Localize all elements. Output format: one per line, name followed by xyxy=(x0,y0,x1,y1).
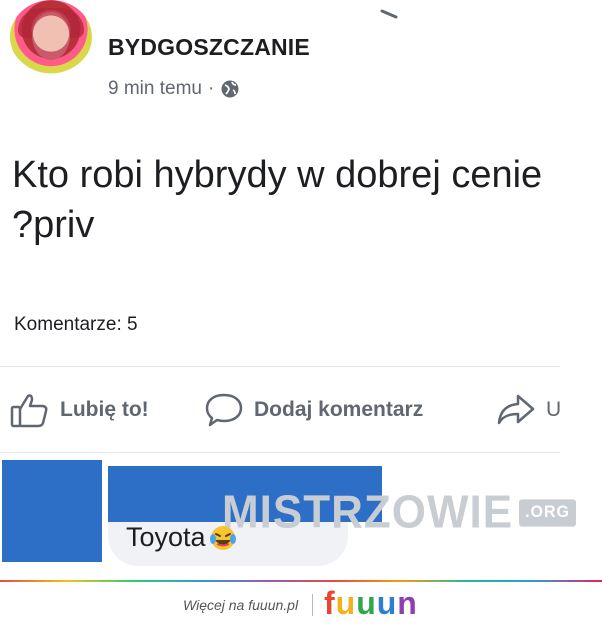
divider-bottom xyxy=(0,452,560,453)
comment-button[interactable]: Dodaj komentarz xyxy=(204,392,423,428)
divider-top xyxy=(0,366,560,367)
action-bar: Lubię to! Dodaj komentarz U xyxy=(0,370,602,450)
collapse-arrow-icon[interactable] xyxy=(380,8,398,20)
thumbs-up-icon xyxy=(10,394,48,428)
comment-body: Toyota xyxy=(126,522,238,553)
comment-text: Toyota xyxy=(126,522,206,552)
footer-link[interactable]: Więcej na fuuun.pl xyxy=(183,597,298,613)
like-label: Lubię to! xyxy=(60,398,149,421)
post-time[interactable]: 9 min temu xyxy=(108,78,202,100)
comment-label: Dodaj komentarz xyxy=(254,398,424,421)
watermark-suffix: .ORG xyxy=(519,499,576,527)
watermark: MISTRZOWIE .ORG xyxy=(222,487,576,540)
footer-separator xyxy=(312,594,313,616)
share-button[interactable]: U xyxy=(496,392,561,428)
comment: MISTRZOWIE .ORG Toyota xyxy=(0,460,602,570)
post-text: Kto robi hybrydy w dobrej cenie ?priv xyxy=(12,154,543,246)
logo-letter: f xyxy=(324,585,336,621)
post-meta: 9 min temu · xyxy=(108,78,240,100)
logo-letter: n xyxy=(397,585,418,621)
post-card: BYDGOSZCZANIE 9 min temu · Kto robi hybr… xyxy=(0,0,602,580)
share-label: U xyxy=(546,398,562,421)
fuuun-logo[interactable]: fuuun xyxy=(324,585,418,622)
page-avatar[interactable] xyxy=(10,0,92,74)
logo-letter: u xyxy=(335,585,357,621)
logo-letter: u xyxy=(376,585,398,621)
page-name[interactable]: BYDGOSZCZANIE xyxy=(108,34,310,61)
comments-count[interactable]: Komentarze: 5 xyxy=(14,314,138,336)
logo-letter: u xyxy=(356,585,377,621)
comment-avatar-redacted[interactable] xyxy=(2,460,102,562)
watermark-text: MISTRZOWIE xyxy=(222,486,514,539)
like-button[interactable]: Lubię to! xyxy=(10,392,149,428)
footer: Więcej na fuuun.pl fuuun xyxy=(0,582,602,625)
avatar-face xyxy=(32,12,70,60)
globe-icon xyxy=(221,80,239,98)
meta-separator: · xyxy=(207,78,215,99)
share-arrow-icon xyxy=(497,394,535,425)
comment-bubble-icon xyxy=(205,393,243,427)
laughing-crying-emoji-icon xyxy=(209,525,236,550)
